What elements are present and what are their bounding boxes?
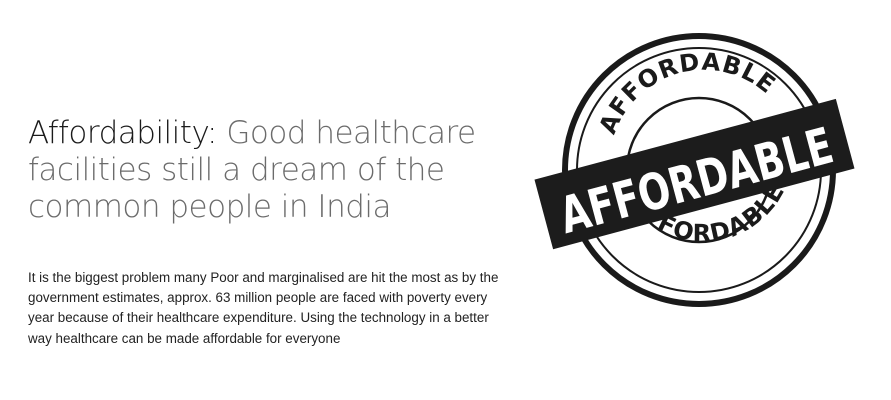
heading-lead: Affordability: xyxy=(28,115,217,151)
affordable-stamp-image: AFFORDABLE AFFORDABLE AFFORDABLE xyxy=(534,33,855,307)
page-heading: Affordability: Good healthcare facilitie… xyxy=(28,115,488,226)
body-paragraph: It is the biggest problem many Poor and … xyxy=(28,270,499,346)
